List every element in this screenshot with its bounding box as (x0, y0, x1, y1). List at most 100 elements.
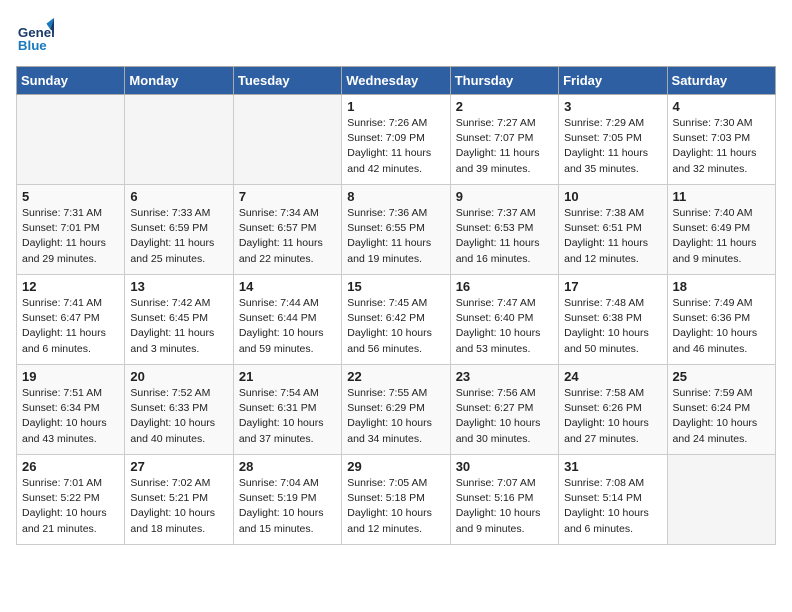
day-number: 6 (130, 189, 227, 204)
weekday-header-tuesday: Tuesday (233, 67, 341, 95)
calendar-cell: 5Sunrise: 7:31 AM Sunset: 7:01 PM Daylig… (17, 185, 125, 275)
calendar-cell (233, 95, 341, 185)
day-info: Sunrise: 7:45 AM Sunset: 6:42 PM Dayligh… (347, 296, 444, 357)
day-number: 24 (564, 369, 661, 384)
day-info: Sunrise: 7:36 AM Sunset: 6:55 PM Dayligh… (347, 206, 444, 267)
calendar-cell: 20 Sunrise: 7:52 AM Sunset: 6:33 PM Dayli… (125, 365, 233, 455)
day-info: Sunrise: 7:07 AM Sunset: 5:16 PM Dayligh… (456, 476, 553, 537)
calendar-cell: 18Sunrise: 7:49 AM Sunset: 6:36 PM Dayli… (667, 275, 775, 365)
calendar-cell: 22 Sunrise: 7:55 AM Sunset: 6:29 PM Dayli… (342, 365, 450, 455)
calendar-cell: 13 Sunrise: 7:42 AM Sunset: 6:45 PM Dayli… (125, 275, 233, 365)
day-info: Sunrise: 7:59 AM Sunset: 6:24 PM Dayligh… (673, 386, 770, 447)
weekday-header-friday: Friday (559, 67, 667, 95)
day-number: 7 (239, 189, 336, 204)
day-info: Sunrise: 7:02 AM Sunset: 5:21 PM Dayligh… (130, 476, 227, 537)
calendar-cell: 11 Sunrise: 7:40 AM Sunset: 6:49 PM Dayli… (667, 185, 775, 275)
svg-text:Blue: Blue (18, 38, 47, 53)
day-info: Sunrise: 7:34 AM Sunset: 6:57 PM Dayligh… (239, 206, 336, 267)
day-info: Sunrise: 7:51 AM Sunset: 6:34 PM Dayligh… (22, 386, 119, 447)
day-info: Sunrise: 7:26 AM Sunset: 7:09 PM Dayligh… (347, 116, 444, 177)
day-number: 16 (456, 279, 553, 294)
day-info: Sunrise: 7:40 AM Sunset: 6:49 PM Dayligh… (673, 206, 770, 267)
day-info: Sunrise: 7:33 AM Sunset: 6:59 PM Dayligh… (130, 206, 227, 267)
calendar-cell: 19 Sunrise: 7:51 AM Sunset: 6:34 PM Dayli… (17, 365, 125, 455)
day-number: 2 (456, 99, 553, 114)
calendar-cell: 23 Sunrise: 7:56 AM Sunset: 6:27 PM Dayli… (450, 365, 558, 455)
calendar-cell: 1 Sunrise: 7:26 AM Sunset: 7:09 PM Daylig… (342, 95, 450, 185)
day-info: Sunrise: 7:55 AM Sunset: 6:29 PM Dayligh… (347, 386, 444, 447)
logo: General Blue (16, 16, 56, 54)
calendar-cell: 9 Sunrise: 7:37 AM Sunset: 6:53 PM Daylig… (450, 185, 558, 275)
day-number: 1 (347, 99, 444, 114)
calendar-cell: 6 Sunrise: 7:33 AM Sunset: 6:59 PM Daylig… (125, 185, 233, 275)
day-info: Sunrise: 7:38 AM Sunset: 6:51 PM Dayligh… (564, 206, 661, 267)
day-number: 27 (130, 459, 227, 474)
day-number: 10 (564, 189, 661, 204)
day-info: Sunrise: 7:27 AM Sunset: 7:07 PM Dayligh… (456, 116, 553, 177)
day-number: 18 (673, 279, 770, 294)
day-number: 22 (347, 369, 444, 384)
calendar-cell: 27 Sunrise: 7:02 AM Sunset: 5:21 PM Dayli… (125, 455, 233, 545)
day-number: 4 (673, 99, 770, 114)
day-info: Sunrise: 7:37 AM Sunset: 6:53 PM Dayligh… (456, 206, 553, 267)
day-number: 21 (239, 369, 336, 384)
day-number: 26 (22, 459, 119, 474)
day-number: 30 (456, 459, 553, 474)
day-number: 29 (347, 459, 444, 474)
day-info: Sunrise: 7:44 AM Sunset: 6:44 PM Dayligh… (239, 296, 336, 357)
day-info: Sunrise: 7:29 AM Sunset: 7:05 PM Dayligh… (564, 116, 661, 177)
calendar-cell: 17 Sunrise: 7:48 AM Sunset: 6:38 PM Dayli… (559, 275, 667, 365)
calendar-cell (125, 95, 233, 185)
day-number: 12 (22, 279, 119, 294)
day-info: Sunrise: 7:42 AM Sunset: 6:45 PM Dayligh… (130, 296, 227, 357)
calendar-cell: 12 Sunrise: 7:41 AM Sunset: 6:47 PM Dayli… (17, 275, 125, 365)
day-number: 20 (130, 369, 227, 384)
day-number: 14 (239, 279, 336, 294)
day-info: Sunrise: 7:05 AM Sunset: 5:18 PM Dayligh… (347, 476, 444, 537)
calendar-cell: 21 Sunrise: 7:54 AM Sunset: 6:31 PM Dayli… (233, 365, 341, 455)
day-info: Sunrise: 7:41 AM Sunset: 6:47 PM Dayligh… (22, 296, 119, 357)
calendar-table: SundayMondayTuesdayWednesdayThursdayFrid… (16, 66, 776, 545)
weekday-header-thursday: Thursday (450, 67, 558, 95)
day-info: Sunrise: 7:04 AM Sunset: 5:19 PM Dayligh… (239, 476, 336, 537)
weekday-header-saturday: Saturday (667, 67, 775, 95)
day-info: Sunrise: 7:08 AM Sunset: 5:14 PM Dayligh… (564, 476, 661, 537)
calendar-cell: 30 Sunrise: 7:07 AM Sunset: 5:16 PM Dayli… (450, 455, 558, 545)
day-number: 19 (22, 369, 119, 384)
day-info: Sunrise: 7:54 AM Sunset: 6:31 PM Dayligh… (239, 386, 336, 447)
page-header: General Blue (16, 16, 776, 54)
calendar-cell: 25 Sunrise: 7:59 AM Sunset: 6:24 PM Dayli… (667, 365, 775, 455)
day-number: 11 (673, 189, 770, 204)
calendar-cell: 29 Sunrise: 7:05 AM Sunset: 5:18 PM Dayli… (342, 455, 450, 545)
day-number: 17 (564, 279, 661, 294)
weekday-header-wednesday: Wednesday (342, 67, 450, 95)
calendar-cell: 10 Sunrise: 7:38 AM Sunset: 6:51 PM Dayli… (559, 185, 667, 275)
day-number: 13 (130, 279, 227, 294)
day-number: 9 (456, 189, 553, 204)
day-info: Sunrise: 7:31 AM Sunset: 7:01 PM Dayligh… (22, 206, 119, 267)
calendar-cell: 16 Sunrise: 7:47 AM Sunset: 6:40 PM Dayli… (450, 275, 558, 365)
calendar-cell: 31Sunrise: 7:08 AM Sunset: 5:14 PM Dayli… (559, 455, 667, 545)
calendar-cell: 8 Sunrise: 7:36 AM Sunset: 6:55 PM Daylig… (342, 185, 450, 275)
day-number: 8 (347, 189, 444, 204)
day-number: 23 (456, 369, 553, 384)
day-info: Sunrise: 7:52 AM Sunset: 6:33 PM Dayligh… (130, 386, 227, 447)
weekday-header-monday: Monday (125, 67, 233, 95)
calendar-cell: 2 Sunrise: 7:27 AM Sunset: 7:07 PM Daylig… (450, 95, 558, 185)
day-info: Sunrise: 7:48 AM Sunset: 6:38 PM Dayligh… (564, 296, 661, 357)
calendar-cell: 26Sunrise: 7:01 AM Sunset: 5:22 PM Dayli… (17, 455, 125, 545)
day-number: 28 (239, 459, 336, 474)
day-number: 3 (564, 99, 661, 114)
calendar-cell (667, 455, 775, 545)
calendar-cell: 15 Sunrise: 7:45 AM Sunset: 6:42 PM Dayli… (342, 275, 450, 365)
day-info: Sunrise: 7:47 AM Sunset: 6:40 PM Dayligh… (456, 296, 553, 357)
calendar-cell: 14 Sunrise: 7:44 AM Sunset: 6:44 PM Dayli… (233, 275, 341, 365)
day-info: Sunrise: 7:58 AM Sunset: 6:26 PM Dayligh… (564, 386, 661, 447)
day-number: 25 (673, 369, 770, 384)
calendar-cell: 28 Sunrise: 7:04 AM Sunset: 5:19 PM Dayli… (233, 455, 341, 545)
day-number: 15 (347, 279, 444, 294)
day-info: Sunrise: 7:56 AM Sunset: 6:27 PM Dayligh… (456, 386, 553, 447)
calendar-cell: 24 Sunrise: 7:58 AM Sunset: 6:26 PM Dayli… (559, 365, 667, 455)
calendar-cell: 4Sunrise: 7:30 AM Sunset: 7:03 PM Daylig… (667, 95, 775, 185)
calendar-cell (17, 95, 125, 185)
